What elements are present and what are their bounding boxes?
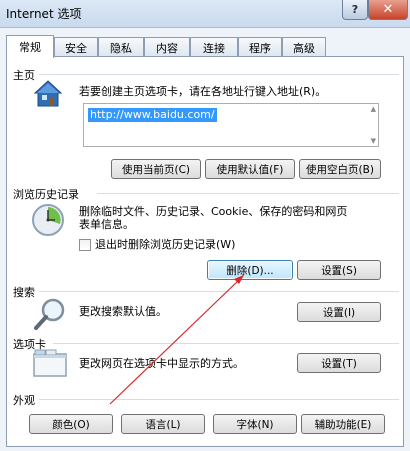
tab-security[interactable]: 安全 <box>54 37 98 57</box>
tab-connections[interactable]: 连接 <box>190 37 238 57</box>
tab-privacy[interactable]: 隐私 <box>98 37 144 57</box>
delete-history-button[interactable]: 删除(D)... <box>207 260 293 280</box>
tabs-settings-button[interactable]: 设置(T) <box>297 353 381 373</box>
delete-on-exit-checkbox[interactable] <box>79 239 91 251</box>
homepage-url-input[interactable]: http://www.baidu.com/ ▲ ▼ <box>83 103 379 147</box>
use-current-button[interactable]: 使用当前页(C) <box>111 159 201 179</box>
languages-button[interactable]: 语言(L) <box>121 414 205 434</box>
fonts-button[interactable]: 字体(N) <box>213 414 297 434</box>
scroll-down-icon[interactable]: ▼ <box>371 137 376 145</box>
divider <box>53 343 399 344</box>
tabs-description: 更改网页在选项卡中显示的方式。 <box>79 357 244 370</box>
tab-label: 常规 <box>19 41 41 54</box>
colors-button[interactable]: 颜色(O) <box>29 414 113 434</box>
window-title: Internet 选项 <box>6 7 82 21</box>
tab-advanced[interactable]: 高级 <box>282 37 326 57</box>
history-settings-button[interactable]: 设置(S) <box>297 260 381 280</box>
appearance-group-title: 外观 <box>13 392 39 408</box>
history-description-line2: 表单信息。 <box>79 218 134 231</box>
delete-on-exit-label: 退出时删除浏览历史记录(W) <box>95 238 236 251</box>
use-default-button[interactable]: 使用默认值(F) <box>205 159 295 179</box>
tab-label: 隐私 <box>110 41 132 55</box>
house-icon <box>33 79 63 109</box>
tab-general[interactable]: 常规 <box>6 35 54 58</box>
divider <box>97 193 399 194</box>
general-panel: 主页 若要创建主页选项卡，请在各地址行键入地址(R)。 http://www.b… <box>6 56 404 447</box>
history-description-line1: 删除临时文件、历史记录、Cookie、保存的密码和网页 <box>79 205 348 218</box>
homepage-instruction: 若要创建主页选项卡，请在各地址行键入地址(R)。 <box>79 85 327 98</box>
tab-strip: 常规 安全 隐私 内容 连接 程序 高级 <box>6 35 404 58</box>
use-blank-button[interactable]: 使用空白页(B) <box>299 159 381 179</box>
help-icon: ? <box>351 3 359 16</box>
search-settings-button[interactable]: 设置(I) <box>297 302 381 322</box>
divider <box>39 291 399 292</box>
history-clock-icon <box>31 203 65 237</box>
accessibility-button[interactable]: 辅助功能(E) <box>301 414 385 434</box>
divider <box>39 399 399 400</box>
tab-label: 高级 <box>293 41 315 55</box>
history-group-title: 浏览历史记录 <box>13 186 83 202</box>
title-bar: Internet 选项 ? ✕ <box>0 0 410 28</box>
divider <box>39 74 399 75</box>
help-button[interactable]: ? <box>342 0 368 20</box>
magnifier-icon <box>33 297 67 331</box>
scroll-up-icon[interactable]: ▲ <box>371 105 376 113</box>
tab-label: 程序 <box>249 41 271 55</box>
tab-label: 内容 <box>156 41 178 55</box>
tabbed-window-icon <box>33 349 67 377</box>
tab-label: 连接 <box>203 41 225 55</box>
tab-label: 安全 <box>65 41 87 55</box>
tab-programs[interactable]: 程序 <box>238 37 282 57</box>
homepage-url-text: http://www.baidu.com/ <box>88 108 217 122</box>
tab-content[interactable]: 内容 <box>144 37 190 57</box>
close-button[interactable]: ✕ <box>368 0 408 20</box>
close-icon: ✕ <box>382 2 394 17</box>
search-description: 更改搜索默认值。 <box>79 305 167 318</box>
